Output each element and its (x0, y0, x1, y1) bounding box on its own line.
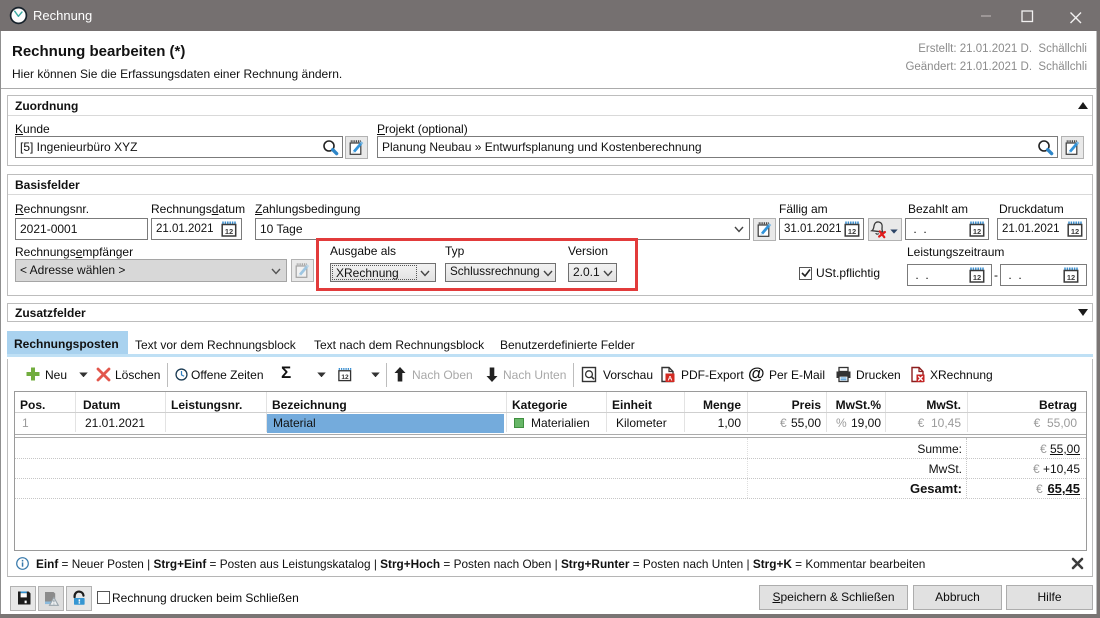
svg-text:12: 12 (341, 374, 349, 381)
svg-text:A: A (668, 375, 673, 382)
